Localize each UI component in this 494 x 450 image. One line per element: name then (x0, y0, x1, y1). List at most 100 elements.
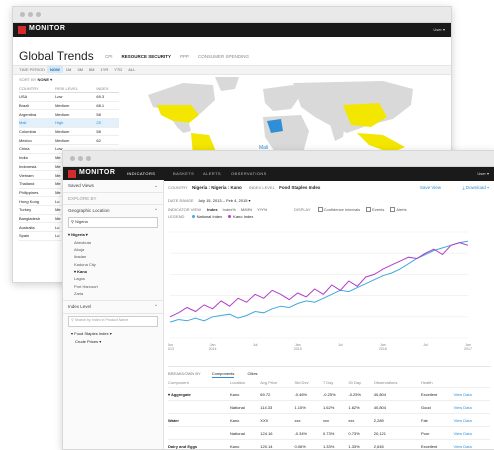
tab-ppp[interactable]: PPP (180, 54, 189, 59)
indicator-option[interactable]: M/M% (241, 207, 252, 212)
user-menu[interactable]: User ▾ (477, 171, 489, 176)
tree-item[interactable]: Abeokuta (68, 238, 158, 245)
table-cell: National (230, 401, 260, 414)
window-zoom-dot[interactable] (36, 12, 41, 17)
download-button[interactable]: ⤓ Download ▾ (463, 185, 489, 190)
breakdown-label: BREAKDOWN BY (168, 371, 201, 376)
tab-consumer-spending[interactable]: CONSUMER SPENDING (198, 54, 249, 59)
risk-cell: Medium (54, 127, 95, 136)
period-all[interactable]: ALL (125, 66, 138, 73)
col-header[interactable]: 7 Day (323, 378, 348, 388)
col-header[interactable]: Component (168, 378, 230, 388)
period-3m[interactable]: 3M (74, 66, 86, 73)
index-line-chart[interactable]: Jun2013Jan2014JulJan2015JulJan2016JulJan… (168, 226, 488, 358)
table-cell: -0.25% (323, 388, 348, 401)
display-checkbox[interactable]: Alerts (390, 207, 406, 212)
tab-components[interactable]: Components (212, 371, 235, 378)
col-header[interactable]: Location (230, 378, 260, 388)
display-checkbox[interactable]: Events (366, 207, 384, 212)
index-level-value[interactable]: Food Staples Index (279, 185, 320, 190)
table-row[interactable]: MexicoMedium62 (19, 136, 119, 145)
geo-location-header[interactable]: Geographic Location ⌃ (63, 205, 163, 217)
user-menu[interactable]: User ▾ (433, 27, 445, 32)
view-data-link[interactable]: View Data (454, 388, 490, 401)
nav-observations[interactable]: OBSERVATIONS (231, 171, 267, 176)
col-header[interactable]: 30 Day (348, 378, 373, 388)
nav-indicators[interactable]: INDICATORS (127, 171, 155, 176)
period-1m[interactable]: 1M (63, 66, 75, 73)
tab-cpi[interactable]: CPI (105, 54, 113, 59)
nav-alerts[interactable]: ALERTS (203, 171, 221, 176)
index-level-header[interactable]: Index Level ⌃ (63, 300, 163, 314)
table-cell: 40,804 (374, 388, 421, 401)
date-range-control[interactable]: DATE RANGE July 15, 2013 – Feb 4, 2015 ▾ (168, 198, 251, 203)
view-data-link[interactable]: View Data (454, 427, 490, 440)
index-item-crude-prices[interactable]: Crude Prices ▾ (71, 339, 155, 344)
table-row[interactable]: WaterKanoXXXxxxxxxxxx2,289FairView Data (168, 414, 490, 427)
tree-item[interactable]: Lagos (68, 275, 158, 282)
col-header[interactable]: Observations (374, 378, 421, 388)
saved-views-section[interactable]: Saved Views ⌄ (63, 180, 163, 193)
tree-item[interactable]: Kaduna City (68, 261, 158, 268)
indicator-option[interactable]: Index (207, 207, 217, 212)
col-header[interactable]: Std Dev (294, 378, 323, 388)
table-cell: Excellent (421, 388, 454, 401)
view-data-link[interactable]: View Data (454, 440, 490, 450)
geo-search-value: Nigeria (75, 219, 88, 224)
tree-item[interactable]: Port Harcourt (68, 283, 158, 290)
nav-baskets[interactable]: BASKETS (173, 171, 194, 176)
sort-control[interactable]: SORT BY NONE ▾ (19, 77, 52, 82)
index-search-input[interactable]: ⚲ Search by Index in Product Name (68, 316, 158, 327)
col-header[interactable]: Health (421, 378, 454, 388)
table-row[interactable]: Dairy and EggsKano120.140.06%1.33%1.33%2… (168, 440, 490, 450)
period-ytd[interactable]: YTD (111, 66, 125, 73)
table-cell: Good (421, 401, 454, 414)
index-search-placeholder: Search by Index in Product Name (75, 318, 129, 322)
display-checkbox[interactable]: Confidence Intervals (318, 207, 360, 212)
tab-cities[interactable]: Cities (248, 371, 258, 376)
period-now[interactable]: NOW (47, 66, 63, 73)
col-header[interactable] (454, 378, 490, 388)
window-close-dot[interactable] (70, 156, 75, 161)
tree-item[interactable]: Ibadan (68, 253, 158, 260)
tree-item[interactable]: Zaria (68, 290, 158, 297)
col-index[interactable]: INDEX (95, 85, 119, 93)
window-close-dot[interactable] (20, 12, 25, 17)
tree-item[interactable]: Abuja (68, 246, 158, 253)
country-value[interactable]: Nigeria : Nigeria : Kano (192, 185, 242, 190)
table-row[interactable]: National114.331.15%1.62%1.62%40,804GoodV… (168, 401, 490, 414)
table-cell: xxx (323, 414, 348, 427)
table-row[interactable]: MaliHigh25 (19, 119, 119, 128)
table-row[interactable]: ColombiaMedium58 (19, 127, 119, 136)
table-row[interactable]: USALow69.3 (19, 93, 119, 102)
app-header: MONITOR INDICATORS BASKETS ALERTS OBSERV… (63, 167, 494, 181)
indicator-option[interactable]: Y/Y% (257, 207, 267, 212)
table-row[interactable]: ▾ AggregateKano69.72-0.46%-0.25%-0.25%40… (168, 388, 490, 401)
col-header[interactable]: Avg Price (260, 378, 294, 388)
indicator-option[interactable]: Index% (223, 207, 236, 212)
col-country[interactable]: COUNTRY (19, 85, 54, 93)
col-risk-level[interactable]: RISK LEVEL (54, 85, 95, 93)
window-minimize-dot[interactable] (28, 12, 33, 17)
series-line-kano-index[interactable] (170, 243, 468, 317)
window-minimize-dot[interactable] (78, 156, 83, 161)
table-row[interactable]: ArgentinaMedium58 (19, 110, 119, 119)
period-6m[interactable]: 6M (86, 66, 98, 73)
save-view-button[interactable]: Save View (420, 185, 441, 190)
window-zoom-dot[interactable] (86, 156, 91, 161)
tree-item[interactable]: ▾ Kano (68, 268, 158, 275)
tree-item[interactable]: ▾ Nigeria ▾ (68, 231, 158, 238)
tab-resource-security[interactable]: RESOURCE SECURITY (122, 54, 172, 59)
table-row[interactable]: BrazilMedium68.1 (19, 101, 119, 110)
view-data-link[interactable]: View Data (454, 401, 490, 414)
index-item-food-staples[interactable]: ▾ Food Staples Index ▾ (71, 331, 155, 336)
indicator-view-label: INDICATOR VIEW (168, 207, 201, 212)
table-row[interactable]: National124.16-0.34%0.73%0.73%20,121Poor… (168, 427, 490, 440)
geo-search-input[interactable]: ⚲ Nigeria (68, 217, 158, 228)
country-cell: Spain (19, 232, 54, 241)
sort-value[interactable]: NONE ▾ (37, 77, 52, 82)
view-data-link[interactable]: View Data (454, 414, 490, 427)
period-1yr[interactable]: 1YR (97, 66, 111, 73)
date-range-value[interactable]: July 15, 2013 – Feb 4, 2015 ▾ (198, 198, 251, 203)
chevron-up-icon: ⌃ (154, 208, 158, 214)
